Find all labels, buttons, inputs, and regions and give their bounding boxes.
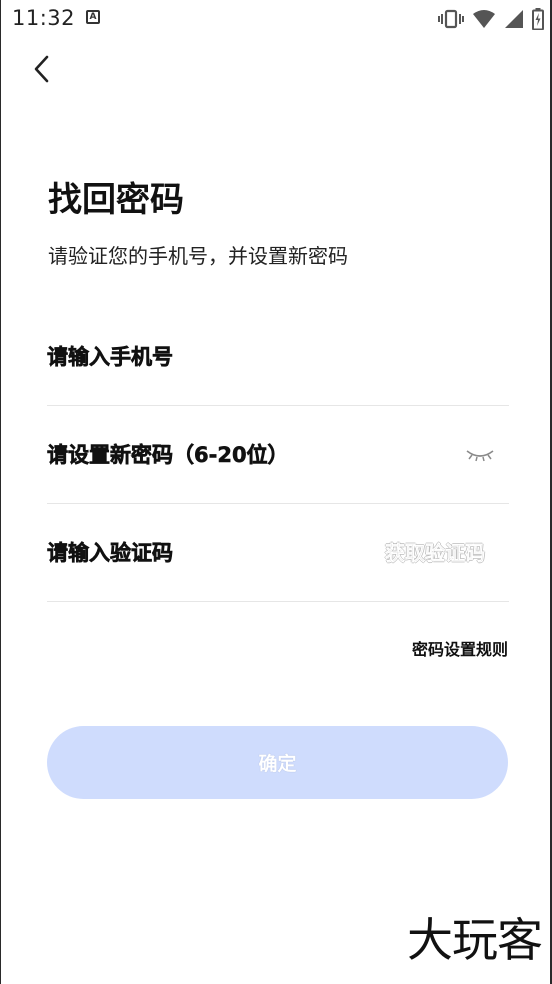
page-subtitle: 请验证您的手机号，并设置新密码 <box>48 244 348 268</box>
verification-code-input[interactable] <box>47 504 347 601</box>
confirm-button[interactable]: 确定 <box>47 726 508 799</box>
eye-closed-icon <box>466 450 494 462</box>
chevron-left-icon <box>34 55 49 83</box>
status-icons <box>438 7 544 31</box>
battery-icon <box>532 8 544 30</box>
watermark-logo: 大玩客 <box>407 913 543 967</box>
verification-code-field: 获取验证码 <box>47 504 509 602</box>
back-button[interactable] <box>24 50 60 88</box>
vibrate-icon <box>438 9 464 29</box>
confirm-button-label: 确定 <box>258 753 297 775</box>
new-password-input[interactable] <box>47 406 377 503</box>
phone-field <box>47 308 509 406</box>
signal-icon <box>505 10 523 28</box>
text-a-icon: A <box>86 10 100 24</box>
get-code-button[interactable]: 获取验证码 <box>385 537 485 566</box>
password-field <box>47 406 509 504</box>
wifi-icon <box>473 10 495 28</box>
status-time: 11:32 <box>12 6 76 30</box>
phone-input[interactable] <box>47 308 377 405</box>
password-rules-link[interactable]: 密码设置规则 <box>412 636 508 660</box>
status-bar: 11:32 A <box>0 0 552 40</box>
page-title: 找回密码 <box>48 180 184 220</box>
password-visibility-toggle[interactable] <box>465 442 495 466</box>
left-frame-edge <box>0 0 1 984</box>
